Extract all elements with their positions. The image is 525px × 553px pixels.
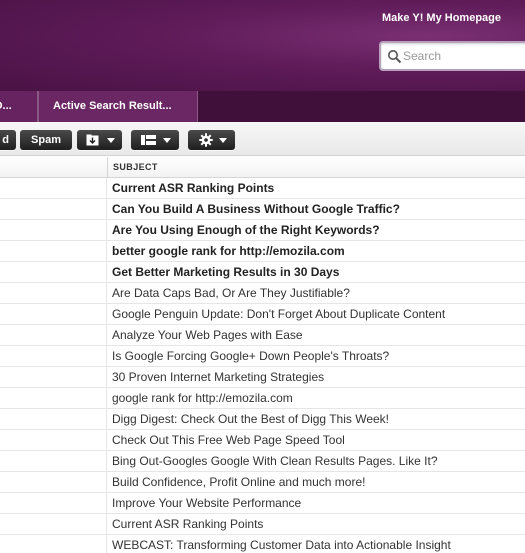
message-row[interactable]: WEBCAST: Transforming Customer Data into… (0, 535, 525, 553)
message-toolbar: d Spam (0, 122, 525, 156)
message-row-left-cell (0, 283, 107, 304)
message-row[interactable]: google rank for http://emozila.com (0, 388, 525, 409)
view-options-button[interactable] (131, 130, 179, 150)
message-row-left-cell (0, 262, 107, 283)
message-row[interactable]: Analyze Your Web Pages with Ease (0, 325, 525, 346)
message-row[interactable]: Build Confidence, Profit Online and much… (0, 472, 525, 493)
search-input[interactable] (403, 47, 525, 65)
message-row[interactable]: Get Better Marketing Results in 30 Days (0, 262, 525, 283)
message-row-left-cell (0, 220, 107, 241)
message-row[interactable]: Are You Using Enough of the Right Keywor… (0, 220, 525, 241)
message-subject[interactable]: Get Better Marketing Results in 30 Days (112, 265, 339, 279)
message-row-left-cell (0, 325, 107, 346)
message-row-left-cell (0, 493, 107, 514)
message-row-left-cell (0, 472, 107, 493)
message-row-left-cell (0, 199, 107, 220)
column-divider (107, 157, 108, 178)
chevron-down-icon (163, 138, 171, 143)
message-subject[interactable]: Improve Your Website Performance (112, 496, 301, 510)
message-subject[interactable]: Build Confidence, Profit Online and much… (112, 475, 365, 489)
message-subject[interactable]: Current ASR Ranking Points (112, 517, 263, 531)
message-subject[interactable]: better google rank for http://emozila.co… (112, 244, 345, 258)
message-subject[interactable]: Bing Out-Googles Google With Clean Resul… (112, 454, 438, 468)
column-header: SUBJECT (0, 157, 525, 178)
message-row-left-cell (0, 430, 107, 451)
tab-active-search-results[interactable]: Active Search Result... (38, 91, 198, 122)
message-list: Current ASR Ranking Points Can You Build … (0, 178, 525, 553)
message-row-left-cell (0, 346, 107, 367)
tab-bar: O... Active Search Result... (0, 91, 525, 122)
message-row[interactable]: Improve Your Website Performance (0, 493, 525, 514)
message-subject[interactable]: Digg Digest: Check Out the Best of Digg … (112, 412, 389, 426)
settings-button[interactable] (188, 130, 235, 150)
message-subject[interactable]: Are Data Caps Bad, Or Are They Justifiab… (112, 286, 350, 300)
view-layout-icon (141, 135, 156, 145)
message-subject[interactable]: Is Google Forcing Google+ Down People's … (112, 349, 389, 363)
message-row[interactable]: Check Out This Free Web Page Speed Tool (0, 430, 525, 451)
message-subject[interactable]: WEBCAST: Transforming Customer Data into… (112, 538, 451, 552)
message-subject[interactable]: Current ASR Ranking Points (112, 181, 274, 195)
message-row[interactable]: 30 Proven Internet Marketing Strategies (0, 367, 525, 388)
message-subject[interactable]: google rank for http://emozila.com (112, 391, 293, 405)
chevron-down-icon (107, 138, 115, 143)
message-row-left-cell (0, 388, 107, 409)
chevron-down-icon (219, 138, 227, 143)
search-box[interactable] (379, 41, 525, 71)
header-bar: Make Y! My Homepage (0, 0, 525, 91)
message-row[interactable]: Digg Digest: Check Out the Best of Digg … (0, 409, 525, 430)
search-icon (388, 50, 402, 64)
message-row[interactable]: Is Google Forcing Google+ Down People's … (0, 346, 525, 367)
message-row[interactable]: Bing Out-Googles Google With Clean Resul… (0, 451, 525, 472)
tab-previous[interactable]: O... (0, 91, 38, 122)
subject-column-header[interactable]: SUBJECT (113, 162, 158, 172)
message-row[interactable]: Current ASR Ranking Points (0, 178, 525, 199)
delete-button[interactable]: d (0, 130, 16, 150)
message-row-left-cell (0, 241, 107, 262)
move-to-folder-icon (86, 134, 99, 146)
message-row[interactable]: better google rank for http://emozila.co… (0, 241, 525, 262)
message-subject[interactable]: Are You Using Enough of the Right Keywor… (112, 223, 380, 237)
message-row-left-cell (0, 178, 107, 199)
message-row-left-cell (0, 535, 107, 553)
message-row-left-cell (0, 367, 107, 388)
message-row-left-cell (0, 514, 107, 535)
message-row[interactable]: Google Penguin Update: Don't Forget Abou… (0, 304, 525, 325)
spam-button[interactable]: Spam (20, 130, 72, 150)
message-subject[interactable]: Analyze Your Web Pages with Ease (112, 328, 303, 342)
gear-icon (199, 133, 213, 147)
message-subject[interactable]: 30 Proven Internet Marketing Strategies (112, 370, 324, 384)
message-row[interactable]: Are Data Caps Bad, Or Are They Justifiab… (0, 283, 525, 304)
message-subject[interactable]: Can You Build A Business Without Google … (112, 202, 400, 216)
message-row-left-cell (0, 409, 107, 430)
message-row-left-cell (0, 304, 107, 325)
message-row-left-cell (0, 451, 107, 472)
move-button[interactable] (77, 130, 122, 150)
message-subject[interactable]: Google Penguin Update: Don't Forget Abou… (112, 307, 445, 321)
make-homepage-link[interactable]: Make Y! My Homepage (382, 12, 501, 24)
message-row[interactable]: Current ASR Ranking Points (0, 514, 525, 535)
message-row[interactable]: Can You Build A Business Without Google … (0, 199, 525, 220)
message-subject[interactable]: Check Out This Free Web Page Speed Tool (112, 433, 345, 447)
